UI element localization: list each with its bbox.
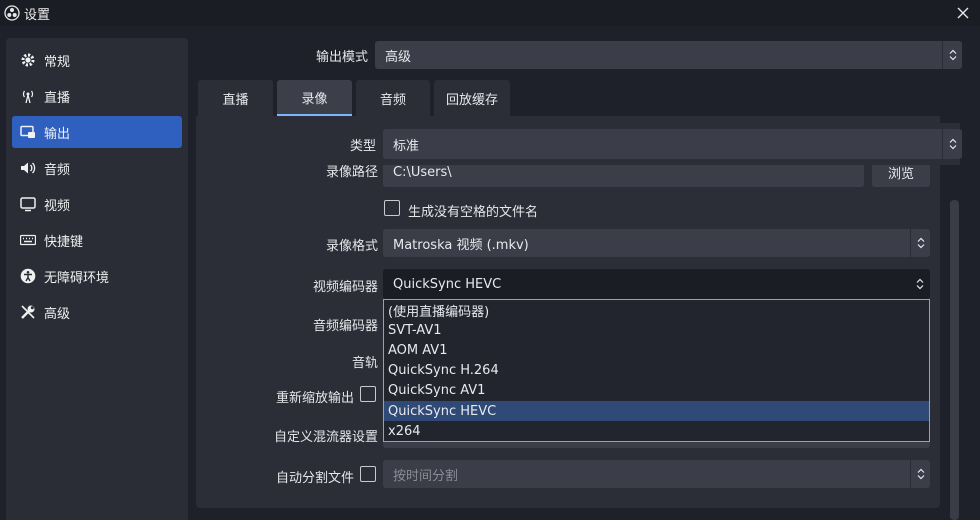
sidebar-item-label: 输出 (44, 126, 71, 142)
rescale-output-label: 重新缩放输出 (275, 391, 354, 406)
close-icon (957, 7, 969, 19)
window-title: 设置 (24, 7, 51, 23)
tab-stream[interactable]: 直播 (198, 80, 273, 116)
obs-logo-icon (4, 5, 20, 21)
auto-split-value: 按时间分割 (393, 468, 459, 484)
video-encoder-dropdown-list: (使用直播编码器) SVT-AV1 AOM AV1 QuickSync H.26… (383, 299, 930, 442)
type-value: 标准 (393, 138, 420, 154)
rescale-output-checkbox[interactable] (360, 386, 376, 402)
title-bar: 设置 (0, 0, 980, 26)
accessibility-icon (20, 268, 36, 284)
recording-format-value: Matroska 视频 (.mkv) (393, 237, 529, 253)
dropdown-option-selected[interactable]: QuickSync HEVC (384, 400, 929, 422)
sidebar-item-label: 视频 (44, 198, 71, 214)
spin-arrows-icon (942, 41, 962, 69)
tab-replay-buffer[interactable]: 回放缓存 (434, 80, 510, 116)
wrench-icon (20, 304, 36, 320)
sidebar-item-label: 无障碍环境 (44, 270, 110, 286)
settings-sidebar: 常规 直播 输出 音频 视频 快捷键 无障碍环境 高级 (6, 38, 188, 520)
type-select[interactable]: 标准 (383, 129, 962, 159)
auto-split-select[interactable]: 按时间分割 (383, 460, 930, 488)
recording-path-value: C:\Users\ (393, 164, 452, 180)
auto-split-label: 自动分割文件 (275, 471, 354, 486)
speaker-icon (20, 160, 36, 176)
sidebar-item-accessibility[interactable]: 无障碍环境 (12, 260, 182, 292)
type-label: 类型 (349, 139, 376, 154)
audio-track-label: 音轨 (351, 356, 378, 371)
sidebar-item-label: 高级 (44, 306, 71, 322)
sidebar-item-hotkeys[interactable]: 快捷键 (12, 224, 182, 256)
tab-recording[interactable]: 录像 (277, 80, 352, 116)
dropdown-option[interactable]: x264 (384, 421, 929, 441)
sidebar-item-output[interactable]: 输出 (12, 116, 182, 148)
vertical-scrollbar[interactable] (950, 200, 959, 520)
output-mode-select[interactable]: 高级 (375, 41, 962, 69)
tab-label: 回放缓存 (445, 92, 498, 108)
antenna-icon (20, 88, 36, 104)
output-icon (20, 124, 36, 140)
sidebar-item-label: 快捷键 (44, 234, 84, 250)
spin-arrows-icon (942, 129, 962, 159)
sidebar-item-label: 音频 (44, 162, 71, 178)
tab-label: 音频 (379, 92, 406, 108)
no-space-filename-checkbox[interactable] (384, 200, 400, 216)
dropdown-option[interactable]: AOM AV1 (384, 340, 929, 360)
video-encoder-label: 视频编码器 (312, 280, 378, 295)
close-button[interactable] (952, 0, 974, 26)
auto-split-checkbox[interactable] (360, 466, 376, 482)
dropdown-option[interactable]: QuickSync H.264 (384, 361, 929, 381)
tab-audio[interactable]: 音频 (356, 80, 430, 116)
sidebar-item-label: 直播 (44, 90, 71, 106)
spin-arrows-icon (910, 269, 930, 299)
custom-mixer-label: 自定义混流器设置 (273, 430, 378, 445)
keyboard-icon (20, 232, 36, 248)
tab-label: 直播 (222, 92, 249, 108)
sidebar-item-general[interactable]: 常规 (12, 44, 182, 76)
audio-encoder-label: 音频编码器 (312, 319, 378, 334)
monitor-icon (20, 196, 36, 212)
dropdown-option[interactable]: SVT-AV1 (384, 320, 929, 340)
tab-label: 录像 (301, 91, 328, 107)
dropdown-option[interactable]: QuickSync AV1 (384, 381, 929, 401)
output-mode-value: 高级 (385, 49, 412, 65)
sidebar-item-video[interactable]: 视频 (12, 188, 182, 220)
video-encoder-select[interactable]: QuickSync HEVC (383, 269, 930, 299)
video-encoder-value: QuickSync HEVC (393, 276, 502, 292)
browse-label: 浏览 (887, 166, 914, 182)
dropdown-option[interactable]: (使用直播编码器) (384, 300, 929, 320)
spin-arrows-icon (910, 460, 930, 488)
no-space-filename-label: 生成没有空格的文件名 (408, 205, 539, 220)
sidebar-item-advanced[interactable]: 高级 (12, 296, 182, 328)
spin-arrows-icon (910, 229, 930, 257)
sidebar-item-audio[interactable]: 音频 (12, 152, 182, 184)
sidebar-item-label: 常规 (44, 54, 71, 70)
output-mode-label: 输出模式 (315, 50, 368, 65)
sidebar-item-stream[interactable]: 直播 (12, 80, 182, 112)
gear-icon (20, 52, 36, 68)
recording-format-select[interactable]: Matroska 视频 (.mkv) (383, 229, 930, 257)
recording-format-label: 录像格式 (325, 239, 378, 254)
